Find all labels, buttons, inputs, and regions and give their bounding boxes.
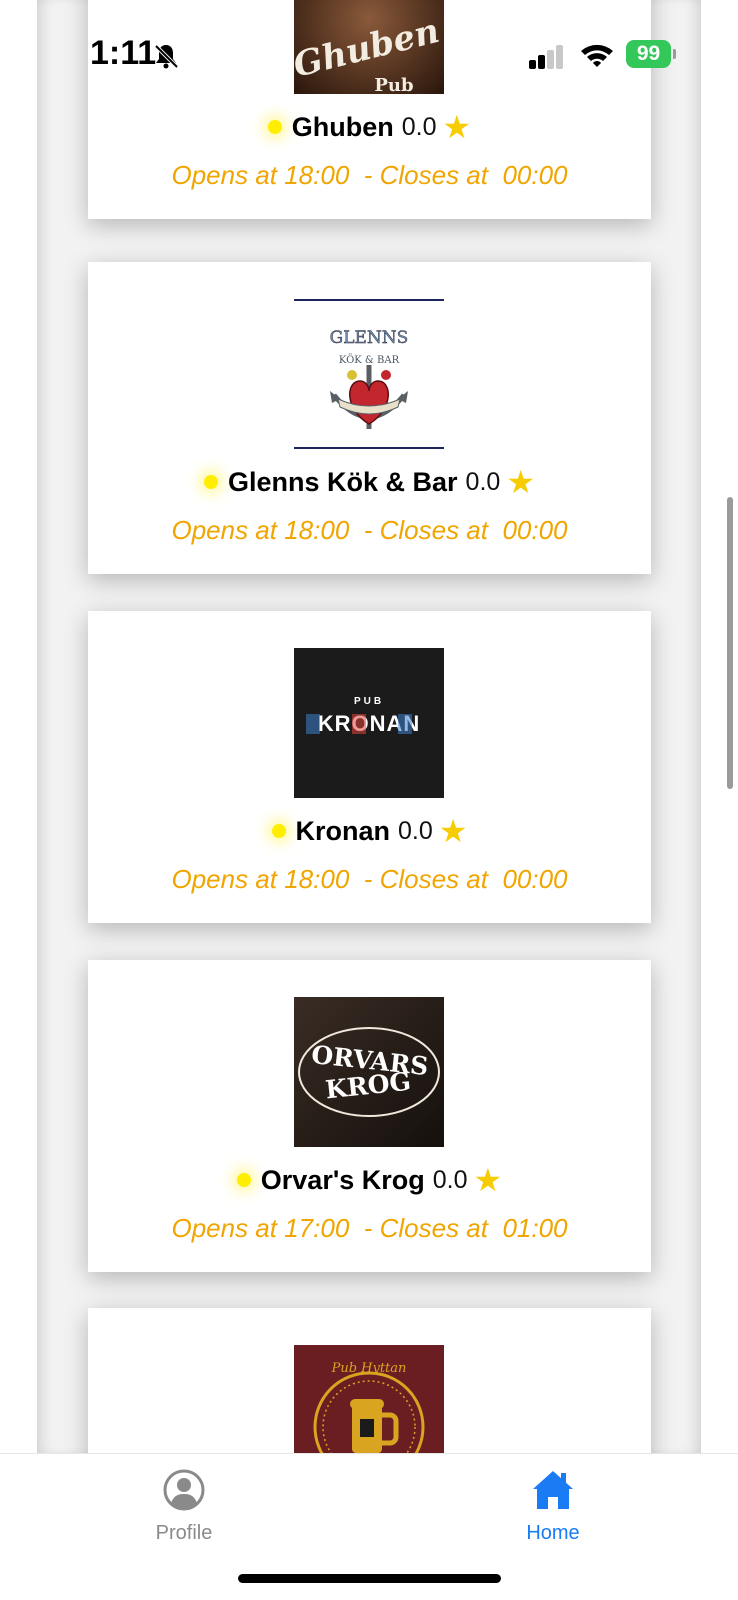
bar-title-row: Glenns Kök & Bar 0.0 ★	[88, 460, 651, 504]
wifi-icon	[581, 44, 613, 67]
bar-card-ghuben[interactable]: Ghuben Pub Ghuben 0.0 ★ Opens at 18:00 -…	[88, 0, 651, 219]
open-status-dot	[267, 120, 282, 134]
bar-logo-kronan: PUB KRONAN	[294, 648, 444, 798]
bar-hours: Opens at 18:00 - Closes at 00:00	[171, 515, 568, 545]
svg-text:KÖK & BAR: KÖK & BAR	[339, 354, 400, 366]
bar-title-row: Kronan 0.0 ★	[88, 809, 651, 853]
bar-name: Kronan	[295, 815, 391, 846]
svg-text:Pub: Pub	[374, 75, 413, 94]
bar-logo-ghuben: Ghuben Pub	[294, 0, 444, 94]
battery-level: 99	[626, 40, 671, 68]
bar-rating: 0.0	[401, 112, 437, 141]
home-indicator	[238, 1574, 501, 1583]
bar-card-glenns[interactable]: GLENNS KÖK & BAR Glenns Kök & Bar 0.0 ★ …	[88, 262, 651, 574]
svg-text:GLENNS: GLENNS	[330, 328, 409, 348]
house-icon	[533, 1471, 573, 1509]
battery-icon: 99	[626, 40, 676, 68]
scrollbar[interactable]	[727, 497, 733, 789]
tab-profile[interactable]: Profile	[104, 1454, 264, 1564]
bar-logo-orvars-krog: ORVARS KROG	[294, 997, 444, 1147]
bell-slash-icon	[154, 44, 179, 69]
bar-name: Glenns Kök & Bar	[227, 466, 458, 497]
bar-title-row: Ghuben 0.0 ★	[88, 105, 651, 149]
bar-card-kronan[interactable]: PUB KRONAN Kronan 0.0 ★ Opens at 18:00 -…	[88, 611, 651, 923]
bar-rating: 0.0	[465, 467, 501, 496]
tab-label: Home	[526, 1522, 580, 1544]
open-status-dot	[236, 1173, 251, 1187]
bar-rating: 0.0	[398, 816, 433, 845]
open-status-dot	[271, 824, 286, 838]
bar-hours: Opens at 18:00 - Closes at 00:00	[171, 160, 568, 190]
bar-name: Ghuben	[291, 111, 394, 142]
bar-card-pub-hyttan[interactable]: Pub Hyttan	[88, 1308, 651, 1453]
bar-hours: Opens at 17:00 - Closes at 01:00	[171, 1213, 568, 1243]
svg-text:Pub Hyttan: Pub Hyttan	[331, 1361, 407, 1376]
star-icon: ★	[506, 464, 535, 500]
star-icon: ★	[473, 1162, 503, 1198]
open-status-dot	[203, 475, 218, 489]
bar-logo-glenns: GLENNS KÖK & BAR	[294, 299, 444, 449]
svg-text:PUB: PUB	[354, 696, 384, 707]
bar-name: Orvar's Krog	[260, 1164, 425, 1195]
person-circle-icon	[163, 1469, 205, 1511]
bar-rating: 0.0	[432, 1165, 468, 1194]
bar-title-row: Orvar's Krog 0.0 ★	[88, 1158, 651, 1202]
bar-list-scroll[interactable]: Ghuben Pub Ghuben 0.0 ★ Opens at 18:00 -…	[0, 0, 738, 1453]
bar-card-orvars-krog[interactable]: ORVARS KROG Orvar's Krog 0.0 ★ Opens at …	[88, 960, 651, 1272]
status-time: 1:11	[90, 34, 157, 72]
cellular-signal-icon	[529, 45, 563, 69]
tab-label: Profile	[155, 1522, 213, 1544]
star-icon: ★	[438, 813, 468, 849]
bar-logo-pub-hyttan: Pub Hyttan	[294, 1345, 444, 1453]
bar-hours: Opens at 18:00 - Closes at 00:00	[171, 864, 568, 894]
tab-home[interactable]: Home	[473, 1454, 633, 1564]
star-icon: ★	[442, 109, 472, 145]
